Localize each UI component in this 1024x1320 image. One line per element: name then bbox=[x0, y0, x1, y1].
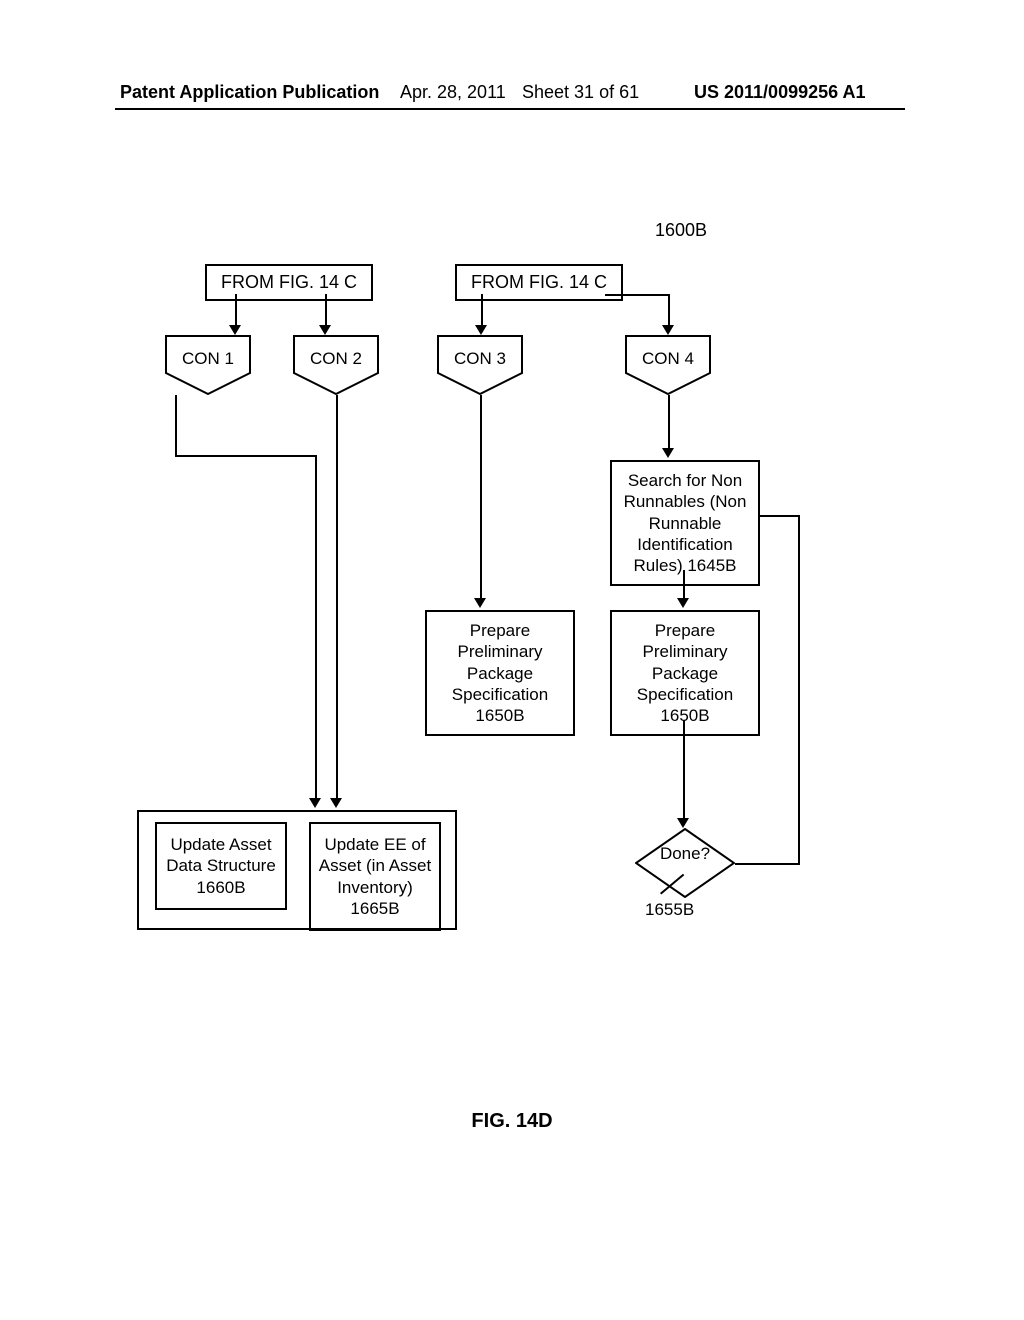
arrowhead-icon bbox=[662, 448, 674, 458]
arrowhead-icon bbox=[319, 325, 331, 335]
connector-line bbox=[175, 455, 317, 457]
decision-label: Done? bbox=[635, 844, 735, 864]
reference-label-1655b: 1655B bbox=[645, 900, 694, 920]
process-search-non-runnables: Search for Non Runnables (Non Runnable I… bbox=[610, 460, 760, 586]
connector-line bbox=[668, 294, 670, 327]
publication-label: Patent Application Publication bbox=[120, 82, 379, 103]
sheet-number: Sheet 31 of 61 bbox=[522, 82, 639, 103]
connector-label: CON 3 bbox=[437, 349, 523, 369]
connector-line bbox=[481, 294, 483, 327]
arrowhead-icon bbox=[677, 818, 689, 828]
arrowhead-icon bbox=[677, 598, 689, 608]
process-prepare-spec-3: Prepare Preliminary Package Specificatio… bbox=[425, 610, 575, 736]
connector-line bbox=[175, 395, 177, 455]
offpage-connector-3: CON 3 bbox=[437, 335, 523, 395]
connector-line bbox=[735, 863, 800, 865]
connector-line bbox=[235, 294, 237, 327]
connector-line bbox=[760, 515, 800, 517]
connector-line bbox=[798, 515, 800, 865]
connector-label: CON 4 bbox=[625, 349, 711, 369]
connector-line bbox=[325, 294, 327, 327]
arrowhead-icon bbox=[662, 325, 674, 335]
offpage-connector-4: CON 4 bbox=[625, 335, 711, 395]
arrowhead-icon bbox=[229, 325, 241, 335]
publication-date: Apr. 28, 2011 bbox=[400, 82, 506, 103]
arrowhead-icon bbox=[474, 598, 486, 608]
connector-line bbox=[668, 395, 670, 450]
process-update-ee-asset: Update EE of Asset (in Asset Inventory) … bbox=[309, 822, 441, 931]
connector-label: CON 1 bbox=[165, 349, 251, 369]
from-fig-box-left: FROM FIG. 14 C bbox=[205, 264, 373, 301]
offpage-connector-2: CON 2 bbox=[293, 335, 379, 395]
subprocess-group: Update Asset Data Structure 1660B Update… bbox=[137, 810, 457, 930]
process-prepare-spec-4: Prepare Preliminary Package Specificatio… bbox=[610, 610, 760, 736]
application-number: US 2011/0099256 A1 bbox=[694, 82, 865, 103]
decision-done: Done? bbox=[635, 828, 735, 898]
offpage-connector-1: CON 1 bbox=[165, 335, 251, 395]
figure-caption: FIG. 14D bbox=[0, 1110, 1024, 1133]
arrowhead-icon bbox=[330, 798, 342, 808]
figure-reference-1600b: 1600B bbox=[655, 220, 707, 241]
connector-line bbox=[683, 570, 685, 600]
flowchart-diagram: 1600B FROM FIG. 14 C FROM FIG. 14 C CON … bbox=[115, 210, 905, 1080]
connector-line bbox=[315, 455, 317, 800]
process-update-asset-data: Update Asset Data Structure 1660B bbox=[155, 822, 287, 910]
connector-line bbox=[605, 294, 670, 296]
connector-label: CON 2 bbox=[293, 349, 379, 369]
connector-line bbox=[336, 395, 338, 800]
connector-line bbox=[480, 395, 482, 600]
connector-line bbox=[683, 720, 685, 820]
header-divider bbox=[115, 108, 905, 110]
arrowhead-icon bbox=[309, 798, 321, 808]
arrowhead-icon bbox=[475, 325, 487, 335]
